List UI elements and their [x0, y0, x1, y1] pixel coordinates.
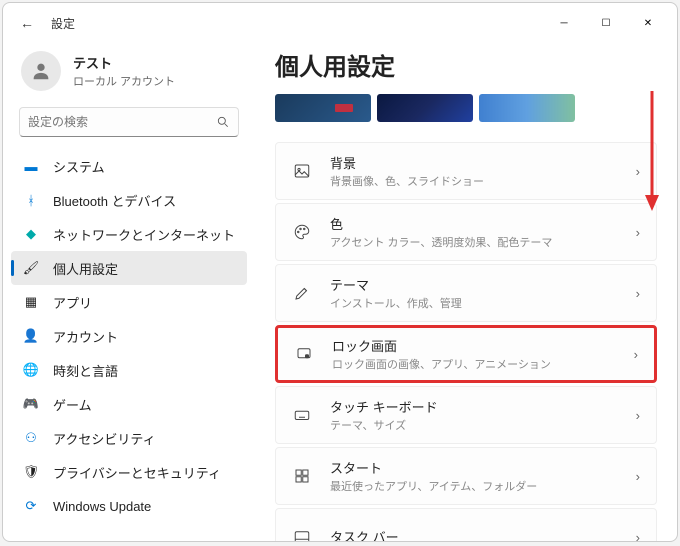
- sidebar: テスト ローカル アカウント ▬ システム ᚼ Bluetooth とデバイス: [3, 43, 255, 541]
- setting-desc: テーマ、サイズ: [330, 417, 636, 433]
- setting-item-start[interactable]: スタート 最近使ったアプリ、アイテム、フォルダー ›: [275, 447, 657, 505]
- user-name: テスト: [73, 53, 175, 72]
- setting-desc: 背景画像、色、スライドショー: [330, 173, 636, 189]
- setting-desc: インストール、作成、管理: [330, 295, 636, 311]
- setting-title: 背景: [330, 153, 636, 172]
- back-button[interactable]: ←: [11, 7, 43, 39]
- update-icon: ⟳: [23, 498, 39, 514]
- chevron-right-icon: ›: [634, 347, 638, 362]
- setting-desc: アクセント カラー、透明度効果、配色テーマ: [330, 234, 636, 250]
- chevron-right-icon: ›: [636, 164, 640, 179]
- window-controls: ─ ☐ ✕: [543, 7, 669, 39]
- keyboard-icon: [292, 405, 312, 425]
- page-title: 個人用設定: [275, 47, 657, 82]
- setting-title: テーマ: [330, 275, 636, 294]
- gaming-icon: 🎮: [23, 396, 39, 412]
- theme-preview-strip[interactable]: [275, 94, 657, 122]
- theme-thumb[interactable]: [275, 94, 371, 122]
- window-title: 設定: [51, 15, 75, 32]
- main-panel: 個人用設定 背景 背景画像、色、スライドショー ›: [255, 43, 677, 541]
- user-block[interactable]: テスト ローカル アカウント: [11, 43, 247, 107]
- sidebar-item-label: アプリ: [53, 293, 92, 312]
- search-icon: [216, 115, 230, 129]
- titlebar: ← 設定 ─ ☐ ✕: [3, 3, 677, 43]
- sidebar-item-accessibility[interactable]: ⚇ アクセシビリティ: [11, 421, 247, 455]
- sidebar-item-label: 個人用設定: [53, 259, 118, 278]
- sidebar-item-label: アクセシビリティ: [53, 429, 156, 448]
- sidebar-item-label: ネットワークとインターネット: [53, 225, 235, 244]
- search-input[interactable]: [28, 115, 216, 129]
- setting-desc: ロック画面の画像、アプリ、アニメーション: [332, 356, 634, 372]
- setting-title: スタート: [330, 458, 636, 477]
- taskbar-icon: [292, 527, 312, 541]
- minimize-button[interactable]: ─: [543, 7, 585, 39]
- avatar: [21, 51, 61, 91]
- apps-icon: ▦: [23, 294, 39, 310]
- palette-icon: [292, 222, 312, 242]
- setting-item-taskbar[interactable]: タスク バー ›: [275, 508, 657, 541]
- content-area: テスト ローカル アカウント ▬ システム ᚼ Bluetooth とデバイス: [3, 43, 677, 541]
- setting-item-background[interactable]: 背景 背景画像、色、スライドショー ›: [275, 142, 657, 200]
- setting-title: タッチ キーボード: [330, 397, 636, 416]
- chevron-right-icon: ›: [636, 286, 640, 301]
- chevron-right-icon: ›: [636, 408, 640, 423]
- sidebar-item-label: Bluetooth とデバイス: [53, 191, 176, 210]
- account-icon: 👤: [23, 328, 39, 344]
- privacy-icon: 🛡: [23, 464, 39, 480]
- sidebar-item-label: ゲーム: [53, 395, 92, 414]
- sidebar-item-personalization[interactable]: 🖌 個人用設定: [11, 251, 247, 285]
- maximize-button[interactable]: ☐: [585, 7, 627, 39]
- personalization-icon: 🖌: [23, 260, 39, 276]
- sidebar-item-label: システム: [53, 157, 105, 176]
- chevron-right-icon: ›: [636, 469, 640, 484]
- lock-icon: [294, 344, 314, 364]
- sidebar-item-label: プライバシーとセキュリティ: [53, 463, 221, 482]
- sidebar-item-apps[interactable]: ▦ アプリ: [11, 285, 247, 319]
- theme-thumb[interactable]: [479, 94, 575, 122]
- accessibility-icon: ⚇: [23, 430, 39, 446]
- sidebar-item-label: アカウント: [53, 327, 118, 346]
- image-icon: [292, 161, 312, 181]
- start-icon: [292, 466, 312, 486]
- search-box[interactable]: [19, 107, 239, 137]
- time-icon: 🌐: [23, 362, 39, 378]
- setting-title: ロック画面: [332, 336, 634, 355]
- chevron-right-icon: ›: [636, 530, 640, 542]
- sidebar-item-account[interactable]: 👤 アカウント: [11, 319, 247, 353]
- system-icon: ▬: [23, 158, 39, 174]
- theme-thumb[interactable]: [377, 94, 473, 122]
- sidebar-item-system[interactable]: ▬ システム: [11, 149, 247, 183]
- user-text: テスト ローカル アカウント: [73, 53, 175, 89]
- sidebar-item-gaming[interactable]: 🎮 ゲーム: [11, 387, 247, 421]
- nav-list: ▬ システム ᚼ Bluetooth とデバイス ◆ ネットワークとインターネッ…: [11, 149, 247, 523]
- setting-title: タスク バー: [330, 527, 636, 541]
- setting-item-touchkeyboard[interactable]: タッチ キーボード テーマ、サイズ ›: [275, 386, 657, 444]
- setting-item-themes[interactable]: テーマ インストール、作成、管理 ›: [275, 264, 657, 322]
- settings-list: 背景 背景画像、色、スライドショー › 色 アクセント カラー、透明度効果、配色…: [275, 142, 657, 541]
- sidebar-item-bluetooth[interactable]: ᚼ Bluetooth とデバイス: [11, 183, 247, 217]
- network-icon: ◆: [23, 226, 39, 242]
- setting-item-colors[interactable]: 色 アクセント カラー、透明度効果、配色テーマ ›: [275, 203, 657, 261]
- sidebar-item-network[interactable]: ◆ ネットワークとインターネット: [11, 217, 247, 251]
- setting-item-lockscreen[interactable]: ロック画面 ロック画面の画像、アプリ、アニメーション ›: [275, 325, 657, 383]
- setting-desc: 最近使ったアプリ、アイテム、フォルダー: [330, 478, 636, 494]
- sidebar-item-privacy[interactable]: 🛡 プライバシーとセキュリティ: [11, 455, 247, 489]
- sidebar-item-time[interactable]: 🌐 時刻と言語: [11, 353, 247, 387]
- sidebar-item-label: 時刻と言語: [53, 361, 118, 380]
- person-icon: [30, 60, 52, 82]
- bluetooth-icon: ᚼ: [23, 192, 39, 208]
- chevron-right-icon: ›: [636, 225, 640, 240]
- sidebar-item-update[interactable]: ⟳ Windows Update: [11, 489, 247, 523]
- brush-icon: [292, 283, 312, 303]
- user-subtitle: ローカル アカウント: [73, 73, 175, 89]
- settings-window: ← 設定 ─ ☐ ✕ テスト ローカル アカウント: [2, 2, 678, 542]
- setting-title: 色: [330, 214, 636, 233]
- sidebar-item-label: Windows Update: [53, 499, 151, 514]
- close-button[interactable]: ✕: [627, 7, 669, 39]
